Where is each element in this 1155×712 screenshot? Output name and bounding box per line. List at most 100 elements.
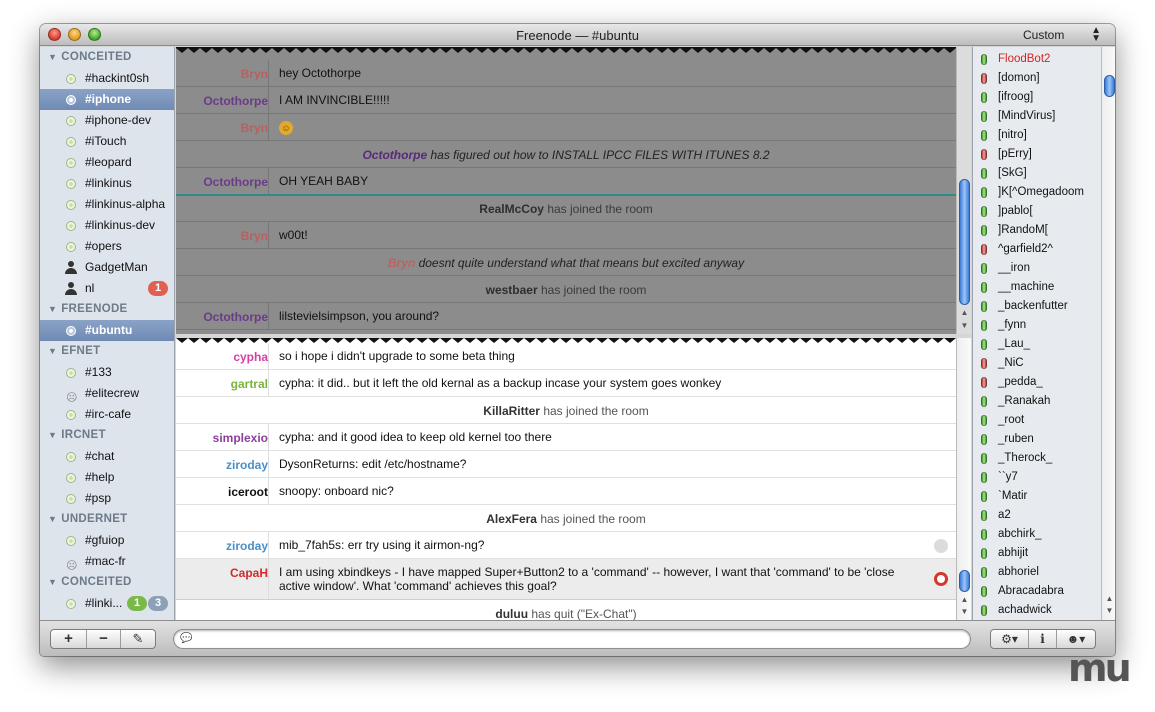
user-list-item[interactable]: FloodBot2 [973,50,1115,69]
user-list-item[interactable]: _Therock_ [973,449,1115,468]
disclosure-triangle-icon[interactable]: ▼ [48,430,57,440]
disclosure-triangle-icon[interactable]: ▼ [48,346,57,356]
live-scrollbar[interactable]: ▲ ▼ [956,338,971,620]
message-nick[interactable]: Octothorpe [176,94,268,108]
user-list-item[interactable]: ^garfield2^ [973,240,1115,259]
message-nick[interactable]: ziroday [176,458,268,472]
sidebar-item-channel[interactable]: #leopard [40,152,174,173]
user-list-item[interactable]: [domon] [973,69,1115,88]
scroll-down-arrow-icon[interactable]: ▼ [957,606,972,618]
user-list-item[interactable]: _pedda_ [973,373,1115,392]
user-list-item[interactable]: _Ranakah [973,392,1115,411]
sidebar-item-channel[interactable]: #irc-cafe [40,404,174,425]
user-list-item[interactable]: __machine [973,278,1115,297]
message-nick[interactable]: CapaH [176,566,268,580]
sidebar-item-channel[interactable]: #chat [40,446,174,467]
message-nick[interactable]: Octothorpe [176,175,268,189]
user-list-item[interactable]: _Lau_ [973,335,1115,354]
sidebar-item-channel-face[interactable]: ☹ #elitecrew [40,383,174,404]
user-list-item[interactable]: [SkG] [973,164,1115,183]
disclosure-triangle-icon[interactable]: ▼ [48,52,57,62]
style-select[interactable]: Custom ▲ ▼ [1023,26,1101,44]
history-scrollbar[interactable]: ▲ ▼ [956,47,971,334]
user-list-item[interactable]: Abracadabra [973,582,1115,601]
sidebar-item-channel[interactable]: #opers [40,236,174,257]
disclosure-triangle-icon[interactable]: ▼ [48,304,57,314]
event-nick[interactable]: RealMcCoy [479,202,544,216]
user-list-item[interactable]: abhijit [973,544,1115,563]
user-list-item[interactable]: ]K[^Omegadoom [973,183,1115,202]
user-list-item[interactable]: abchirk_ [973,525,1115,544]
user-list-item[interactable]: `Matir [973,487,1115,506]
info-icon[interactable]: i [1029,630,1057,648]
sidebar-item-channel[interactable]: #help [40,467,174,488]
message-nick[interactable]: cypha [176,350,268,364]
scroll-down-arrow-icon[interactable]: ▼ [957,320,972,332]
remove-channel-button[interactable]: − [87,630,121,648]
sidebar-item-channel[interactable]: #hackint0sh [40,68,174,89]
user-list-item[interactable]: ``y7 [973,468,1115,487]
user-list-item[interactable]: achadwick [973,601,1115,620]
scroll-down-arrow-icon[interactable]: ▼ [1102,605,1115,617]
message-input[interactable] [192,631,962,647]
message-nick[interactable]: Bryn [176,229,268,243]
message-nick[interactable]: gartral [176,377,268,391]
message-nick[interactable]: Bryn [176,121,268,135]
sidebar-item-query[interactable]: GadgetMan [40,257,174,278]
live-scroll-thumb[interactable] [959,570,970,592]
sidebar-item-channel[interactable]: #ubuntu [40,320,174,341]
gear-menu-icon[interactable]: ⚙▾ [991,630,1029,648]
message-nick[interactable]: Octothorpe [176,310,268,324]
sidebar-item-channel[interactable]: #linki... 1 3 [40,593,174,614]
user-list-item[interactable]: ]pablo[ [973,202,1115,221]
user-list-item[interactable]: _root [973,411,1115,430]
action-nick[interactable]: Octothorpe [362,148,427,162]
sidebar-item-channel[interactable]: #linkinus [40,173,174,194]
action-nick[interactable]: Bryn [388,256,415,270]
user-list-item[interactable]: a2 [973,506,1115,525]
user-list-item[interactable]: [pErry] [973,145,1115,164]
user-list-item[interactable]: [MindVirus] [973,107,1115,126]
scroll-up-arrow-icon[interactable]: ▲ [957,307,972,319]
sidebar-group-header[interactable]: ▼ IRCNET [40,425,174,446]
message-nick[interactable]: simplexio [176,431,268,445]
message-nick[interactable]: Bryn [176,67,268,81]
event-nick[interactable]: westbaer [486,283,538,297]
sidebar-item-query[interactable]: nl 1 [40,278,174,299]
sidebar-item-channel[interactable]: #iTouch [40,131,174,152]
sidebar-group-header[interactable]: ▼ FREENODE [40,299,174,320]
user-list-item[interactable]: _NiC [973,354,1115,373]
sidebar-item-channel-face[interactable]: ☹ #mac-fr [40,551,174,572]
sidebar-item-channel[interactable]: #iphone [40,89,174,110]
sidebar-item-channel[interactable]: #iphone-dev [40,110,174,131]
user-list-item[interactable]: [ifroog] [973,88,1115,107]
scroll-up-arrow-icon[interactable]: ▲ [957,594,972,606]
user-list-item[interactable]: ]RandoM[ [973,221,1115,240]
user-list-item[interactable]: _backenfutter [973,297,1115,316]
sidebar-group-header[interactable]: ▼ CONCEITED [40,572,174,593]
event-nick[interactable]: duluu [495,607,528,621]
user-list-item[interactable]: [nitro] [973,126,1115,145]
user-list-item[interactable]: _fynn [973,316,1115,335]
user-list-scroll-thumb[interactable] [1104,75,1115,97]
sidebar-group-header[interactable]: ▼ EFNET [40,341,174,362]
add-channel-button[interactable]: + [51,630,87,648]
event-nick[interactable]: AlexFera [486,512,537,526]
scroll-up-arrow-icon[interactable]: ▲ [1102,593,1115,605]
history-scroll-thumb[interactable] [959,179,970,305]
user-list-item[interactable]: abhoriel [973,563,1115,582]
message-nick[interactable]: ziroday [176,539,268,553]
sidebar-item-channel[interactable]: #psp [40,488,174,509]
sidebar-group-header[interactable]: ▼ CONCEITED [40,47,174,68]
event-nick[interactable]: KillaRitter [483,404,540,418]
user-list-item[interactable]: _ruben [973,430,1115,449]
sidebar-group-header[interactable]: ▼ UNDERNET [40,509,174,530]
user-list-scrollbar[interactable]: ▲ ▼ [1101,47,1115,620]
disclosure-triangle-icon[interactable]: ▼ [48,514,57,524]
message-nick[interactable]: iceroot [176,485,268,499]
sidebar-item-channel[interactable]: #linkinus-alpha [40,194,174,215]
sidebar-item-channel[interactable]: #133 [40,362,174,383]
sidebar-item-channel[interactable]: #linkinus-dev [40,215,174,236]
edit-pencil-icon[interactable]: ✎ [121,630,155,648]
user-list-item[interactable]: __iron [973,259,1115,278]
